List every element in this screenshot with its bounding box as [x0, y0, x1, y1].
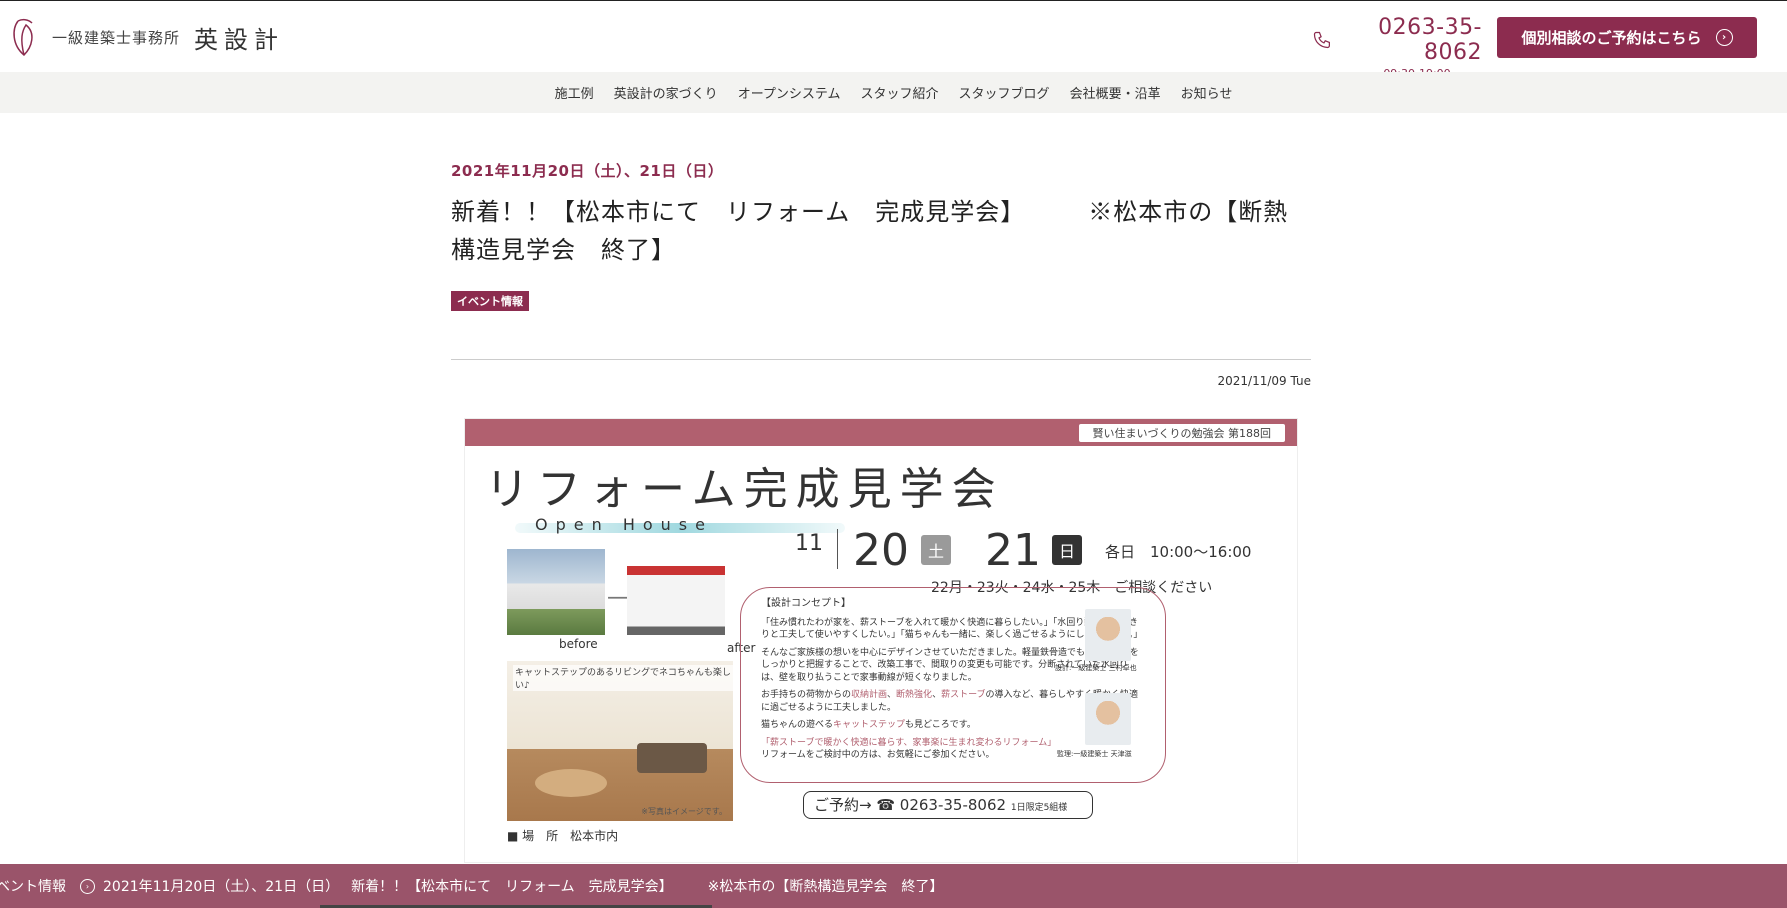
leaf-logo-icon	[13, 18, 33, 57]
phone-contact[interactable]: 0263-35-8062 09:30-19:00	[1312, 15, 1482, 80]
nav-item-open-system[interactable]: オープンシステム	[728, 83, 851, 102]
flyer-saturday-badge: 土	[921, 535, 951, 565]
room-note: ※写真はイメージです。	[641, 807, 727, 816]
flyer-day-2: 21	[985, 525, 1041, 576]
phone-number[interactable]: 0263-35-8062	[1336, 15, 1482, 65]
flyer-location: ■ 場 所 松本市内	[507, 829, 619, 843]
phone-icon	[1313, 31, 1330, 49]
logo-title: 英設計	[194, 25, 285, 54]
flyer-day-1: 20	[853, 525, 909, 576]
room-caption: キャットステップのあるリビングでネコちゃんも楽しい♪	[513, 665, 733, 691]
nav-item-staff-blog[interactable]: スタッフブログ	[949, 83, 1060, 102]
table-shape	[535, 769, 607, 797]
ticker-text[interactable]: 新着！！【松本市にて リフォーム 完成見学会】 ※松本市の【断熱構造見学会 終了…	[351, 876, 943, 896]
nav-item-company[interactable]: 会社概要・沿革	[1060, 83, 1171, 102]
flyer-month: 11	[795, 531, 823, 556]
flyer-top-band: 賢い住まいづくりの勉強会 第188回	[465, 419, 1297, 446]
chevron-right-circle-icon: ›	[1715, 29, 1733, 46]
flyer-sunday-badge: 日	[1052, 535, 1082, 565]
site-logo[interactable]: 一級建築士事務所 英設計	[10, 15, 284, 59]
article: 2021年11月20日（土）、21日（日） 新着！！【松本市にて リフォーム 完…	[451, 113, 1311, 388]
living-room-photo: キャットステップのあるリビングでネコちゃんも楽しい♪ ※写真はイメージです。	[507, 661, 733, 821]
reserve-button-label: 個別相談のご予約はこちら	[1521, 29, 1702, 47]
chevron-right-circle-icon: ›	[80, 878, 95, 894]
post-date: 2021/11/09 Tue	[1217, 374, 1311, 388]
flyer-heading: リフォーム完成見学会	[485, 464, 1004, 515]
flyer-reserve-text: ご予約→ ☎ 0263-35-8062	[814, 796, 1007, 814]
flyer-time: 各日 10:00〜16:00	[1105, 543, 1252, 561]
main-nav: 施工例 英設計の家づくり オープンシステム スタッフ紹介 スタッフブログ 会社概…	[0, 72, 1787, 113]
divider	[451, 359, 1311, 360]
news-ticker[interactable]: ベント情報 › 2021年11月20日（土）、21日（日） 新着！！【松本市にて…	[0, 864, 1787, 908]
nav-item-staff[interactable]: スタッフ紹介	[851, 83, 949, 102]
flyer-divider	[837, 529, 838, 569]
event-date: 2021年11月20日（土）、21日（日）	[451, 162, 724, 180]
nav-item-news[interactable]: お知らせ	[1171, 83, 1243, 102]
ticker-date: 2021年11月20日（土）、21日（日）	[103, 879, 340, 895]
ticker-label: ベント情報	[0, 879, 66, 895]
sofa-shape	[637, 743, 707, 773]
nav-item-house-making[interactable]: 英設計の家づくり	[604, 83, 728, 102]
site-header: 一級建築士事務所 英設計 0263-35-8062 09:30-19:00 個別…	[0, 0, 1787, 80]
flyer-reserve-box: ご予約→ ☎ 0263-35-8062 1日限定5組様	[803, 791, 1093, 819]
category-tag[interactable]: イベント情報	[451, 291, 529, 311]
flyer-series: 賢い住まいづくりの勉強会 第188回	[1078, 424, 1285, 442]
before-house-photo	[507, 549, 605, 635]
supervisor-caption: 監理:一級建築士 天津滋	[1057, 750, 1132, 758]
reserve-consultation-button[interactable]: 個別相談のご予約はこちら ›	[1497, 17, 1757, 58]
after-house-photo	[627, 549, 725, 635]
designer-photo	[1085, 609, 1131, 661]
flyer-open-house: Open House	[535, 515, 713, 534]
designer-caption: 設計:一級建築士 三村卓也	[1055, 664, 1137, 672]
supervisor-photo	[1085, 693, 1131, 745]
event-flyer-image: 賢い住まいづくりの勉強会 第188回 リフォーム完成見学会 Open House…	[464, 418, 1298, 863]
flyer-reserve-limit: 1日限定5組様	[1010, 803, 1068, 813]
before-caption: before	[559, 637, 598, 651]
logo-subtitle: 一級建築士事務所	[52, 28, 181, 47]
nav-item-works[interactable]: 施工例	[545, 83, 604, 102]
article-title: 新着！！【松本市にて リフォーム 完成見学会】 ※松本市の【断熱構造見学会 終了…	[451, 198, 1289, 264]
